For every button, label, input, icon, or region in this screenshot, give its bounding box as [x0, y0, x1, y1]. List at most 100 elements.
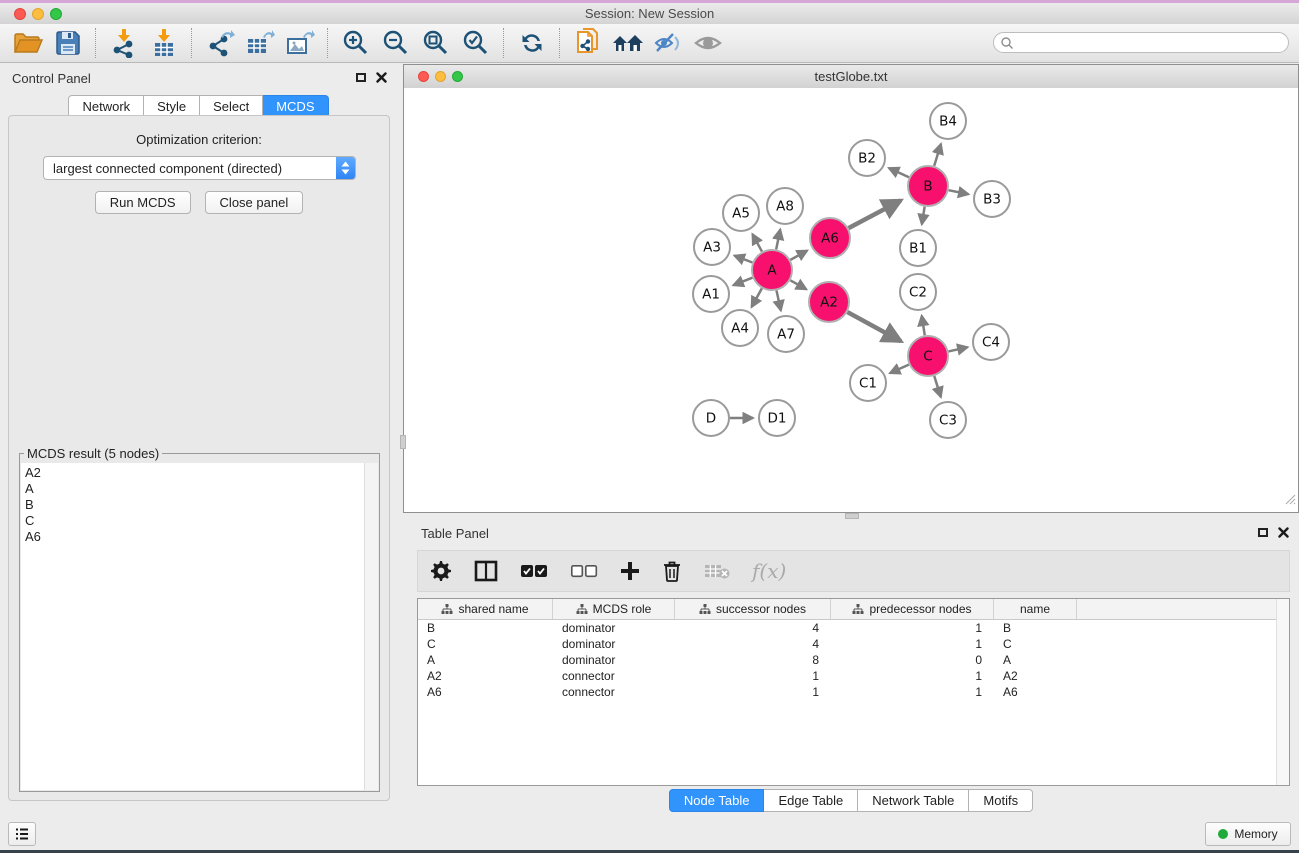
graph-edge-C-C1[interactable]	[890, 365, 909, 374]
hide-graphics-details-icon[interactable]	[651, 26, 685, 60]
table-cell[interactable]: 1	[675, 685, 831, 699]
table-cell[interactable]: 1	[831, 669, 994, 683]
new-network-from-selection-icon[interactable]	[571, 26, 605, 60]
table-row[interactable]: A6connector11A6	[418, 684, 1289, 700]
table-cell[interactable]: A	[994, 653, 1077, 667]
graph-edge-A-A1[interactable]	[733, 278, 752, 286]
graph-edge-A2-C[interactable]	[847, 312, 901, 341]
table-cell[interactable]: dominator	[553, 637, 675, 651]
zoom-selected-icon[interactable]	[459, 26, 493, 60]
table-cell[interactable]: 1	[675, 669, 831, 683]
refresh-view-icon[interactable]	[515, 26, 549, 60]
select-all-icon[interactable]	[520, 564, 548, 578]
tab-node-table[interactable]: Node Table	[669, 789, 765, 812]
graph-edge-A-A7[interactable]	[776, 291, 780, 311]
table-cell[interactable]: 4	[675, 621, 831, 635]
export-network-icon[interactable]	[203, 26, 237, 60]
close-table-panel-icon[interactable]	[1278, 527, 1289, 538]
show-graphics-details-icon[interactable]	[691, 26, 725, 60]
graph-edge-C-C3[interactable]	[934, 376, 941, 397]
column-header-successor-nodes[interactable]: successor nodes	[675, 599, 831, 619]
float-table-panel-icon[interactable]	[1258, 528, 1268, 537]
table-cell[interactable]: A2	[994, 669, 1077, 683]
mcds-result-item[interactable]: A2	[25, 465, 378, 481]
window-resize-grip[interactable]	[1282, 491, 1296, 510]
close-panel-icon[interactable]	[376, 72, 387, 83]
criterion-dropdown[interactable]: largest connected component (directed)	[43, 156, 356, 180]
table-cell[interactable]: 8	[675, 653, 831, 667]
search-field[interactable]	[993, 32, 1289, 53]
tab-edge-table[interactable]: Edge Table	[764, 789, 858, 812]
import-network-icon[interactable]	[107, 26, 141, 60]
network-window-titlebar[interactable]: testGlobe.txt	[404, 65, 1298, 89]
table-cell[interactable]: A2	[418, 669, 553, 683]
graph-edge-B-B4[interactable]	[934, 144, 941, 166]
table-cell[interactable]: 4	[675, 637, 831, 651]
graph-edge-A-A3[interactable]	[734, 256, 752, 263]
table-cell[interactable]: C	[994, 637, 1077, 651]
zoom-out-icon[interactable]	[379, 26, 413, 60]
show-all-panels-icon[interactable]	[611, 26, 645, 60]
table-scrollbar[interactable]	[1276, 599, 1289, 785]
table-cell[interactable]: 1	[831, 621, 994, 635]
mcds-result-item[interactable]: B	[25, 497, 378, 513]
open-session-icon[interactable]	[11, 26, 45, 60]
graph-edge-B-B3[interactable]	[949, 190, 969, 194]
export-table-icon[interactable]	[243, 26, 277, 60]
graph-edge-C-C2[interactable]	[922, 316, 925, 336]
table-cell[interactable]: 0	[831, 653, 994, 667]
column-header-shared-name[interactable]: shared name	[418, 599, 553, 619]
title-bar[interactable]: Session: New Session	[0, 3, 1299, 25]
float-panel-icon[interactable]	[356, 73, 366, 82]
graph-edge-B-B1[interactable]	[922, 207, 925, 225]
column-header-mcds-role[interactable]: MCDS role	[553, 599, 675, 619]
graph-edge-A-A8[interactable]	[776, 230, 780, 250]
table-cell[interactable]: A6	[418, 685, 553, 699]
close-panel-button[interactable]: Close panel	[205, 191, 304, 214]
add-entry-icon[interactable]	[620, 561, 640, 581]
import-table-icon[interactable]	[147, 26, 181, 60]
table-row[interactable]: Adominator80A	[418, 652, 1289, 668]
graph-edge-A-A5[interactable]	[752, 234, 762, 251]
mcds-result-list[interactable]: A2ABCA6	[21, 463, 378, 790]
table-row[interactable]: Bdominator41B	[418, 620, 1289, 636]
search-input[interactable]	[1014, 35, 1288, 51]
graph-edge-A-A6[interactable]	[790, 251, 807, 260]
table-row[interactable]: A2connector11A2	[418, 668, 1289, 684]
zoom-fit-icon[interactable]	[419, 26, 453, 60]
result-list-scrollbar[interactable]	[364, 463, 378, 790]
column-header-name[interactable]: name	[994, 599, 1077, 619]
delete-entry-icon[interactable]	[662, 560, 682, 582]
run-mcds-button[interactable]: Run MCDS	[95, 191, 191, 214]
node-table[interactable]: shared name MCDS role successor nodes pr…	[417, 598, 1290, 786]
table-cell[interactable]: 1	[831, 685, 994, 699]
table-settings-icon[interactable]	[430, 560, 452, 582]
graph-edge-A-A4[interactable]	[752, 288, 762, 307]
table-cell[interactable]: B	[994, 621, 1077, 635]
graph-edge-C-C4[interactable]	[948, 347, 967, 351]
table-cell[interactable]: B	[418, 621, 553, 635]
mcds-result-item[interactable]: C	[25, 513, 378, 529]
mcds-result-item[interactable]: A	[25, 481, 378, 497]
table-cell[interactable]: connector	[553, 685, 675, 699]
graph-edge-A6-B[interactable]	[849, 200, 901, 228]
table-cell[interactable]: 1	[831, 637, 994, 651]
tab-motifs[interactable]: Motifs	[969, 789, 1033, 812]
column-header-predecessor-nodes[interactable]: predecessor nodes	[831, 599, 994, 619]
network-canvas[interactable]: B4B2BB3A8A5A6A3B1AC2A1A2A4A7C4CC1DD1C3	[404, 88, 1298, 512]
save-session-icon[interactable]	[51, 26, 85, 60]
memory-button[interactable]: Memory	[1205, 822, 1291, 846]
table-cell[interactable]: C	[418, 637, 553, 651]
graph-edge-B-B2[interactable]	[889, 168, 909, 177]
table-cell[interactable]: dominator	[553, 653, 675, 667]
zoom-in-icon[interactable]	[339, 26, 373, 60]
table-row[interactable]: Cdominator41C	[418, 636, 1289, 652]
show-columns-icon[interactable]	[474, 560, 498, 582]
mcds-result-item[interactable]: A6	[25, 529, 378, 545]
delete-table-icon[interactable]	[704, 562, 730, 580]
graph-edge-A-A2[interactable]	[790, 280, 806, 289]
apply-function-icon[interactable]: f(x)	[752, 559, 786, 583]
table-cell[interactable]: A	[418, 653, 553, 667]
table-cell[interactable]: dominator	[553, 621, 675, 635]
table-cell[interactable]: connector	[553, 669, 675, 683]
